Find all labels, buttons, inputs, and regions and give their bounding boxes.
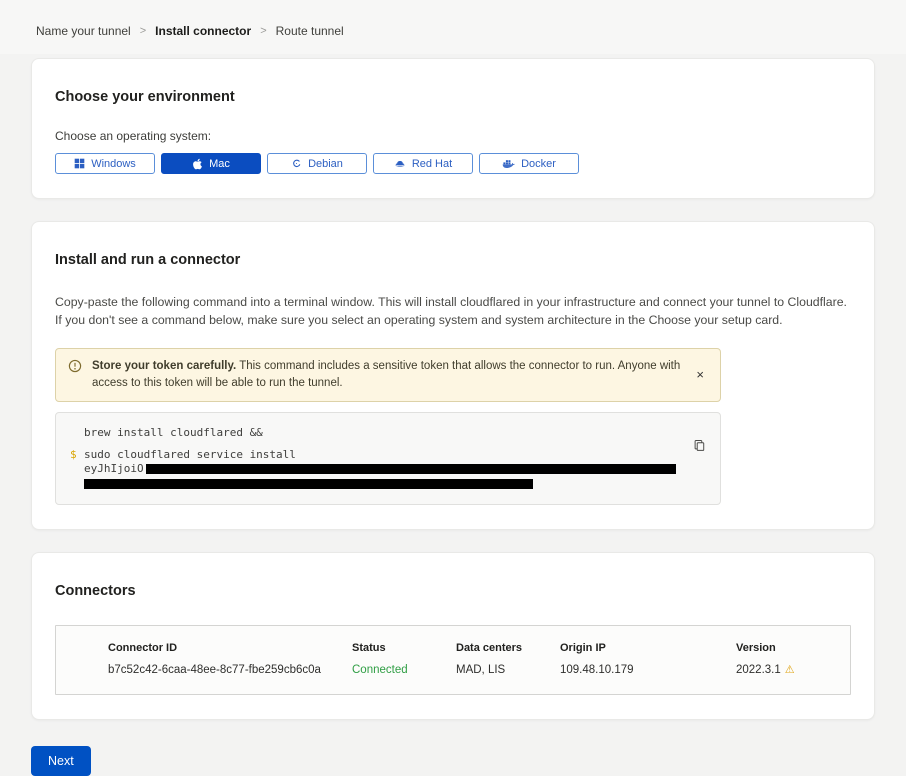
os-button-label: Debian <box>308 158 343 170</box>
copy-icon[interactable] <box>691 437 708 457</box>
status-badge: Connected <box>352 664 456 676</box>
os-button-debian[interactable]: Debian <box>267 153 367 174</box>
environment-card-title: Choose your environment <box>55 89 851 105</box>
os-button-label: Docker <box>521 158 556 170</box>
redacted-token-bar <box>84 479 533 489</box>
apple-icon <box>192 158 203 170</box>
warning-triangle-icon: ⚠ <box>785 664 795 676</box>
code-line-sudo: $ sudo cloudflared service install <box>70 448 706 462</box>
breadcrumb-separator: > <box>260 25 266 37</box>
breadcrumb-separator: > <box>140 25 146 37</box>
breadcrumb: Name your tunnel > Install connector > R… <box>36 24 870 38</box>
connectors-card: Connectors Connector ID Status Data cent… <box>31 552 875 720</box>
windows-icon <box>74 158 85 169</box>
redhat-icon <box>394 158 406 169</box>
header-origin-ip: Origin IP <box>560 642 736 654</box>
version-value: 2022.3.1 <box>736 664 781 676</box>
shell-prompt: $ <box>70 448 84 462</box>
page-content: Choose your environment Choose an operat… <box>0 54 906 776</box>
environment-card: Choose your environment Choose an operat… <box>31 58 875 199</box>
os-button-redhat[interactable]: Red Hat <box>373 153 473 174</box>
connectors-card-title: Connectors <box>55 583 851 599</box>
code-line-sudo-text: sudo cloudflared service install <box>84 448 296 462</box>
os-button-group: Windows Mac Debian Red Hat <box>55 153 851 174</box>
os-button-label: Windows <box>91 158 136 170</box>
breadcrumb-route-tunnel[interactable]: Route tunnel <box>276 24 344 38</box>
wizard-header: Name your tunnel > Install connector > R… <box>0 0 906 54</box>
header-status: Status <box>352 642 456 654</box>
cell-origin-ip: 109.48.10.179 <box>560 664 736 676</box>
breadcrumb-install-connector[interactable]: Install connector <box>155 24 251 38</box>
token-warning-bold: Store your token carefully. <box>92 360 236 372</box>
debian-icon <box>291 158 302 169</box>
os-select-label: Choose an operating system: <box>55 129 851 143</box>
next-button[interactable]: Next <box>31 746 91 776</box>
code-line-token-2 <box>84 476 706 490</box>
code-line-brew: brew install cloudflared && <box>84 426 706 440</box>
header-data-centers: Data centers <box>456 642 560 654</box>
close-icon[interactable]: × <box>692 366 708 383</box>
install-card-description: Copy-paste the following command into a … <box>55 294 851 330</box>
breadcrumb-name-your-tunnel[interactable]: Name your tunnel <box>36 24 131 38</box>
table-row: b7c52c42-6caa-48ee-8c77-fbe259cb6c0a Con… <box>108 663 850 676</box>
install-card-title: Install and run a connector <box>55 252 851 268</box>
token-warning-text: Store your token carefully. This command… <box>92 358 682 393</box>
cell-connector-id: b7c52c42-6caa-48ee-8c77-fbe259cb6c0a <box>108 664 352 676</box>
os-button-windows[interactable]: Windows <box>55 153 155 174</box>
table-header-row: Connector ID Status Data centers Origin … <box>108 642 850 654</box>
cell-version: 2022.3.1 ⚠ <box>736 663 850 676</box>
docker-icon <box>502 158 515 169</box>
connectors-table: Connector ID Status Data centers Origin … <box>55 625 851 695</box>
os-button-label: Red Hat <box>412 158 452 170</box>
token-prefix: eyJhIjoiO <box>84 462 144 475</box>
cell-data-centers: MAD, LIS <box>456 664 560 676</box>
redacted-token-bar <box>146 464 676 474</box>
token-warning-banner: Store your token carefully. This command… <box>55 348 721 403</box>
alert-circle-icon <box>68 359 82 379</box>
os-button-docker[interactable]: Docker <box>479 153 579 174</box>
install-connector-card: Install and run a connector Copy-paste t… <box>31 221 875 530</box>
header-connector-id: Connector ID <box>108 642 352 654</box>
install-command-codeblock: brew install cloudflared && $ sudo cloud… <box>55 412 721 505</box>
os-button-label: Mac <box>209 158 230 170</box>
header-version: Version <box>736 642 850 654</box>
os-button-mac[interactable]: Mac <box>161 153 261 174</box>
code-line-token: eyJhIjoiO <box>84 462 706 476</box>
